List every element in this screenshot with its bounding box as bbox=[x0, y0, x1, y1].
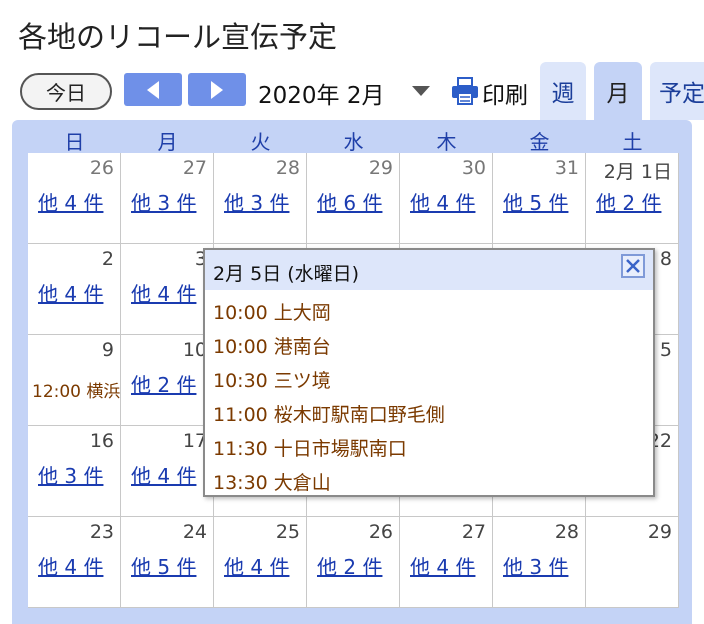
printer-icon[interactable] bbox=[450, 76, 480, 106]
day-number[interactable]: 30 bbox=[462, 157, 486, 179]
month-dropdown-icon[interactable] bbox=[412, 86, 430, 96]
popup-event-list: 10:00 上大岡 10:00 港南台 10:30 三ツ境 11:00 桜木町駅南口野… bbox=[213, 298, 445, 502]
more-events-link[interactable]: 他 4 件 bbox=[131, 460, 196, 489]
more-events-link[interactable]: 他 5 件 bbox=[503, 187, 568, 216]
day-cell[interactable]: 23 他 4 件 bbox=[28, 517, 121, 608]
more-events-link[interactable]: 他 3 件 bbox=[131, 187, 196, 216]
day-cell[interactable]: 25 他 4 件 bbox=[214, 517, 307, 608]
day-detail-popup: 2月 5日 (水曜日) 10:00 上大岡 10:00 港南台 10:30 三ツ境 1… bbox=[203, 248, 655, 497]
day-cell[interactable]: 29 他 6 件 bbox=[307, 153, 400, 244]
day-number[interactable]: 16 bbox=[90, 430, 114, 452]
day-cell[interactable]: 30 他 4 件 bbox=[400, 153, 493, 244]
day-number[interactable]: 24 bbox=[183, 521, 207, 543]
day-cell[interactable]: 27 他 3 件 bbox=[121, 153, 214, 244]
day-cell[interactable]: 9 12:00 横浜 bbox=[28, 335, 121, 426]
weekday-label: 火 bbox=[250, 130, 271, 154]
more-events-link[interactable]: 他 4 件 bbox=[38, 278, 103, 307]
day-cell[interactable]: 26 他 4 件 bbox=[28, 153, 121, 244]
day-cell[interactable]: 24 他 5 件 bbox=[121, 517, 214, 608]
popup-event-item[interactable]: 11:30 十日市場駅南口 bbox=[213, 434, 445, 468]
popup-header: 2月 5日 (水曜日) bbox=[205, 250, 653, 290]
more-events-link[interactable]: 他 3 件 bbox=[224, 187, 289, 216]
tab-week[interactable]: 週 bbox=[540, 62, 586, 120]
tab-agenda[interactable]: 予定 bbox=[650, 62, 704, 120]
popup-title: 2月 5日 (水曜日) bbox=[213, 263, 360, 285]
day-number[interactable]: 5 bbox=[660, 339, 672, 361]
day-cell[interactable]: 29 bbox=[586, 517, 679, 608]
day-number[interactable]: 26 bbox=[369, 521, 393, 543]
weekday-label: 日 bbox=[64, 130, 85, 154]
day-cell[interactable]: 26 他 2 件 bbox=[307, 517, 400, 608]
more-events-link[interactable]: 他 4 件 bbox=[224, 551, 289, 580]
more-events-link[interactable]: 他 3 件 bbox=[503, 551, 568, 580]
more-events-link[interactable]: 他 4 件 bbox=[38, 551, 103, 580]
day-cell[interactable]: 16 他 3 件 bbox=[28, 426, 121, 517]
close-icon bbox=[626, 259, 640, 273]
more-events-link[interactable]: 他 3 件 bbox=[38, 460, 103, 489]
prev-month-button[interactable] bbox=[124, 73, 182, 106]
popup-event-item[interactable]: 10:00 上大岡 bbox=[213, 298, 445, 332]
popup-event-item[interactable]: 11:00 桜木町駅南口野毛側 bbox=[213, 400, 445, 434]
day-cell[interactable]: 2月 1日他 2 件 bbox=[586, 153, 679, 244]
day-cell[interactable]: 31 他 5 件 bbox=[493, 153, 586, 244]
day-cell[interactable]: 28 他 3 件 bbox=[214, 153, 307, 244]
day-number[interactable]: 2 bbox=[102, 248, 114, 270]
day-number[interactable]: 27 bbox=[183, 157, 207, 179]
day-number[interactable]: 29 bbox=[648, 521, 672, 543]
more-events-link[interactable]: 他 5 件 bbox=[131, 551, 196, 580]
current-month-label: 2020年 2月 bbox=[258, 83, 385, 109]
day-number[interactable]: 28 bbox=[276, 157, 300, 179]
popup-event-item[interactable]: 13:30 大倉山 bbox=[213, 468, 445, 502]
more-events-link[interactable]: 他 2 件 bbox=[596, 187, 661, 216]
day-number[interactable]: 2月 1日 bbox=[604, 157, 672, 184]
tab-month[interactable]: 月 bbox=[594, 62, 642, 120]
more-events-link[interactable]: 他 4 件 bbox=[410, 551, 475, 580]
day-number[interactable]: 31 bbox=[555, 157, 579, 179]
day-cell[interactable]: 28 他 3 件 bbox=[493, 517, 586, 608]
event-entry[interactable]: 12:00 横浜 bbox=[32, 377, 120, 402]
more-events-link[interactable]: 他 6 件 bbox=[317, 187, 382, 216]
more-events-link[interactable]: 他 4 件 bbox=[131, 278, 196, 307]
weekday-label: 木 bbox=[436, 130, 457, 154]
day-number[interactable]: 9 bbox=[102, 339, 114, 361]
day-cell[interactable]: 2 他 4 件 bbox=[28, 244, 121, 335]
weekday-label: 土 bbox=[622, 130, 643, 154]
today-button[interactable]: 今日 bbox=[20, 73, 112, 110]
weekday-label: 水 bbox=[343, 130, 364, 154]
day-number[interactable]: 8 bbox=[660, 248, 672, 270]
popup-event-item[interactable]: 10:00 港南台 bbox=[213, 332, 445, 366]
close-button[interactable] bbox=[621, 254, 645, 278]
day-number[interactable]: 26 bbox=[90, 157, 114, 179]
day-cell[interactable]: 27 他 4 件 bbox=[400, 517, 493, 608]
popup-event-item[interactable]: 10:30 三ツ境 bbox=[213, 366, 445, 400]
arrow-left-icon bbox=[147, 80, 159, 99]
day-number[interactable]: 23 bbox=[90, 521, 114, 543]
day-cell[interactable]: 17 他 4 件 bbox=[121, 426, 214, 517]
page-title: 各地のリコール宣伝予定 bbox=[18, 20, 338, 54]
day-cell[interactable]: 3他 4 件 bbox=[121, 244, 214, 335]
calendar-page: 各地のリコール宣伝予定 今日 2020年 2月 印刷 週 月 予定 日月火水木金… bbox=[0, 0, 704, 624]
print-label[interactable]: 印刷 bbox=[482, 76, 528, 110]
more-events-link[interactable]: 他 2 件 bbox=[131, 369, 196, 398]
day-number[interactable]: 27 bbox=[462, 521, 486, 543]
weekday-label: 金 bbox=[529, 130, 550, 154]
weekday-label: 月 bbox=[157, 130, 178, 154]
arrow-right-icon bbox=[211, 80, 223, 99]
more-events-link[interactable]: 他 4 件 bbox=[38, 187, 103, 216]
next-month-button[interactable] bbox=[188, 73, 246, 106]
more-events-link[interactable]: 他 4 件 bbox=[410, 187, 475, 216]
day-cell[interactable]: 10 他 2 件 bbox=[121, 335, 214, 426]
day-number[interactable]: 28 bbox=[555, 521, 579, 543]
day-number[interactable]: 29 bbox=[369, 157, 393, 179]
day-number[interactable]: 25 bbox=[276, 521, 300, 543]
more-events-link[interactable]: 他 2 件 bbox=[317, 551, 382, 580]
